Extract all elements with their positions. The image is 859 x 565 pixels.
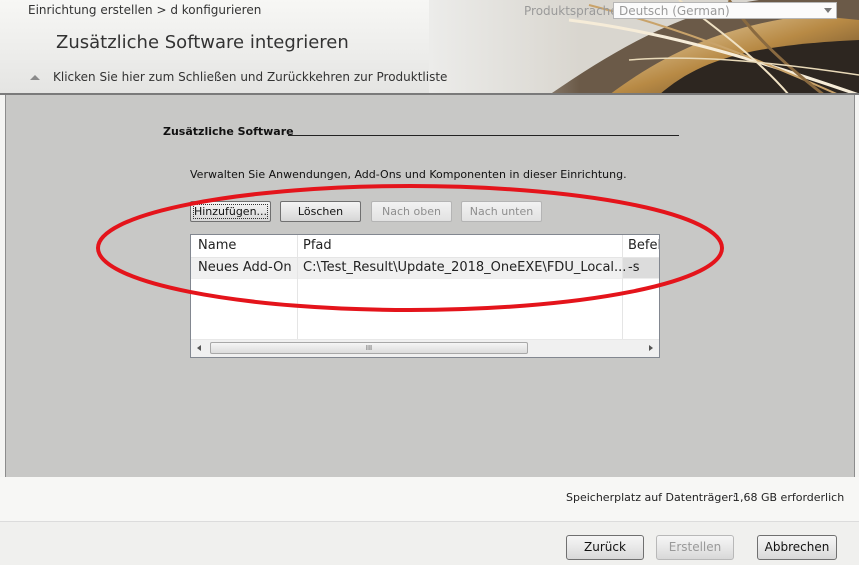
chevron-down-icon: [824, 8, 832, 13]
software-list[interactable]: Neues Add-On C:\Test_Result\Update_2018_…: [190, 234, 660, 358]
product-language-select[interactable]: Deutsch (German): [613, 2, 837, 19]
disk-space-value: 1,68 GB erforderlich: [733, 491, 845, 504]
header: Einrichtung erstellen > d konfigurieren …: [0, 0, 859, 95]
add-button[interactable]: Hinzufügen...: [190, 201, 271, 222]
column-header-command[interactable]: Befel: [628, 238, 659, 253]
cell-path: C:\Test_Result\Update_2018_OneEXE\FDU_Lo…: [303, 260, 627, 275]
main-panel: Zusätzliche Software Verwalten Sie Anwen…: [5, 95, 855, 477]
scrollbar-thumb[interactable]: III: [210, 342, 528, 354]
cancel-button[interactable]: Abbrechen: [757, 535, 837, 560]
table-header: Name Pfad Befel: [191, 235, 659, 258]
disk-space-label: Speicherplatz auf Datenträger:: [566, 491, 737, 504]
product-language-value: Deutsch (German): [619, 4, 730, 18]
column-divider: [622, 235, 623, 257]
column-header-name[interactable]: Name: [198, 238, 236, 253]
collapse-to-product-list-link[interactable]: Klicken Sie hier zum Schließen und Zurüc…: [30, 70, 447, 84]
cell-name: Neues Add-On: [198, 260, 292, 275]
create-button[interactable]: Erstellen: [656, 535, 734, 560]
move-down-button[interactable]: Nach unten: [461, 201, 542, 222]
column-header-path[interactable]: Pfad: [303, 238, 332, 253]
horizontal-scrollbar[interactable]: III: [191, 339, 659, 357]
delete-button[interactable]: Löschen: [280, 201, 361, 222]
section-description: Verwalten Sie Anwendungen, Add-Ons und K…: [190, 168, 627, 181]
focus-rectangle: [193, 204, 268, 219]
scroll-left-arrow-icon[interactable]: [191, 340, 208, 357]
table-row[interactable]: Neues Add-On C:\Test_Result\Update_2018_…: [191, 257, 659, 279]
cell-command: -s: [628, 260, 640, 275]
column-divider: [297, 235, 298, 257]
page-title: Zusätzliche Software integrieren: [56, 32, 349, 53]
collapse-up-icon: [30, 75, 40, 80]
move-up-button[interactable]: Nach oben: [371, 201, 452, 222]
section-divider: [288, 135, 679, 136]
breadcrumb: Einrichtung erstellen > d konfigurieren: [28, 3, 262, 17]
scroll-right-arrow-icon[interactable]: [642, 340, 659, 357]
collapse-link-label: Klicken Sie hier zum Schließen und Zurüc…: [53, 70, 448, 84]
back-button[interactable]: Zurück: [566, 535, 644, 560]
product-language-label: Produktsprache:: [524, 4, 622, 18]
section-title: Zusätzliche Software: [163, 125, 294, 138]
